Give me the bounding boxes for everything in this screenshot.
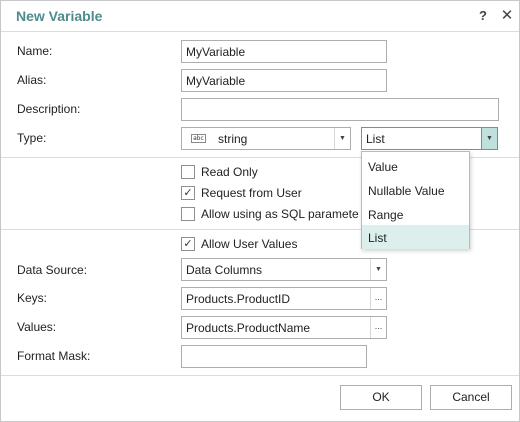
type-dropdown-list: Value Nullable Value Range List [361,151,470,249]
title-bar: New Variable ? ✕ [1,1,519,32]
values-browse-button[interactable]: ... [370,317,386,338]
allow-sql-label: Allow using as SQL paramete [201,207,359,221]
keys-value: Products.ProductID [186,292,291,306]
string-type-icon: abc [191,134,206,143]
dropdown-item-value[interactable]: Value [362,154,469,178]
data-source-label: Data Source: [17,263,88,277]
keys-label: Keys: [17,291,48,305]
type-label: Type: [17,131,47,145]
alias-field[interactable]: MyVariable [181,69,387,92]
name-label: Name: [17,44,53,58]
values-field[interactable]: Products.ProductName ... [181,316,387,339]
ok-button[interactable]: OK [340,385,422,410]
help-icon[interactable]: ? [475,7,491,25]
type-value: string [218,132,248,146]
request-from-user-label: Request from User [201,186,302,200]
type-select[interactable]: abc string ▼ [181,127,351,150]
description-field[interactable] [181,98,499,121]
keys-field[interactable]: Products.ProductID ... [181,287,387,310]
values-value: Products.ProductName [186,321,311,335]
alias-label: Alias: [17,73,47,87]
allow-sql-checkbox[interactable] [181,207,195,221]
format-mask-label: Format Mask: [17,349,91,363]
request-from-user-checkbox[interactable]: ✓ [181,186,195,200]
values-label: Values: [17,320,57,334]
chevron-down-icon[interactable]: ▼ [334,128,350,149]
chevron-down-icon[interactable]: ▼ [481,128,497,149]
close-icon[interactable]: ✕ [499,7,515,25]
data-source-select[interactable]: Data Columns ▼ [181,258,387,281]
read-only-label: Read Only [201,165,258,179]
name-field[interactable]: MyVariable [181,40,387,63]
list-type-select[interactable]: List ▼ [361,127,498,150]
dropdown-item-nullable-value[interactable]: Nullable Value [362,178,469,202]
dialog-title: New Variable [16,8,103,24]
new-variable-dialog: New Variable ? ✕ Name: MyVariable Alias:… [0,0,520,422]
allow-user-values-checkbox[interactable]: ✓ [181,237,195,251]
description-label: Description: [17,102,81,116]
chevron-down-icon[interactable]: ▼ [370,259,386,280]
keys-browse-button[interactable]: ... [370,288,386,309]
format-mask-field[interactable] [181,345,367,368]
data-source-value: Data Columns [186,263,263,277]
separator [1,375,519,376]
dropdown-item-range[interactable]: Range [362,202,469,226]
allow-user-values-label: Allow User Values [201,237,298,251]
list-type-value: List [366,132,385,146]
cancel-button[interactable]: Cancel [430,385,512,410]
dropdown-item-list[interactable]: List [362,225,469,249]
read-only-checkbox[interactable] [181,165,195,179]
